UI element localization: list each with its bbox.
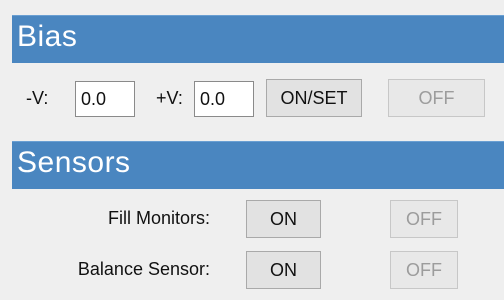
sensors-section-header: Sensors xyxy=(12,141,504,189)
neg-voltage-label: -V: xyxy=(26,88,49,108)
sensors-title: Sensors xyxy=(17,146,131,179)
fill-monitors-on-button[interactable]: ON xyxy=(246,200,321,238)
neg-voltage-input[interactable] xyxy=(75,81,135,117)
fill-monitors-off-button[interactable]: OFF xyxy=(390,200,458,238)
bias-section-header: Bias xyxy=(12,15,504,63)
balance-sensor-label: Balance Sensor: xyxy=(77,259,210,279)
balance-sensor-off-button[interactable]: OFF xyxy=(390,251,458,289)
pos-voltage-label: +V: xyxy=(156,88,183,108)
bias-on-set-button[interactable]: ON/SET xyxy=(266,79,362,117)
fill-monitors-label: Fill Monitors: xyxy=(107,208,210,228)
balance-sensor-on-button[interactable]: ON xyxy=(246,251,321,289)
pos-voltage-input[interactable] xyxy=(194,81,254,117)
bias-off-button[interactable]: OFF xyxy=(388,79,485,117)
bias-title: Bias xyxy=(17,20,78,53)
